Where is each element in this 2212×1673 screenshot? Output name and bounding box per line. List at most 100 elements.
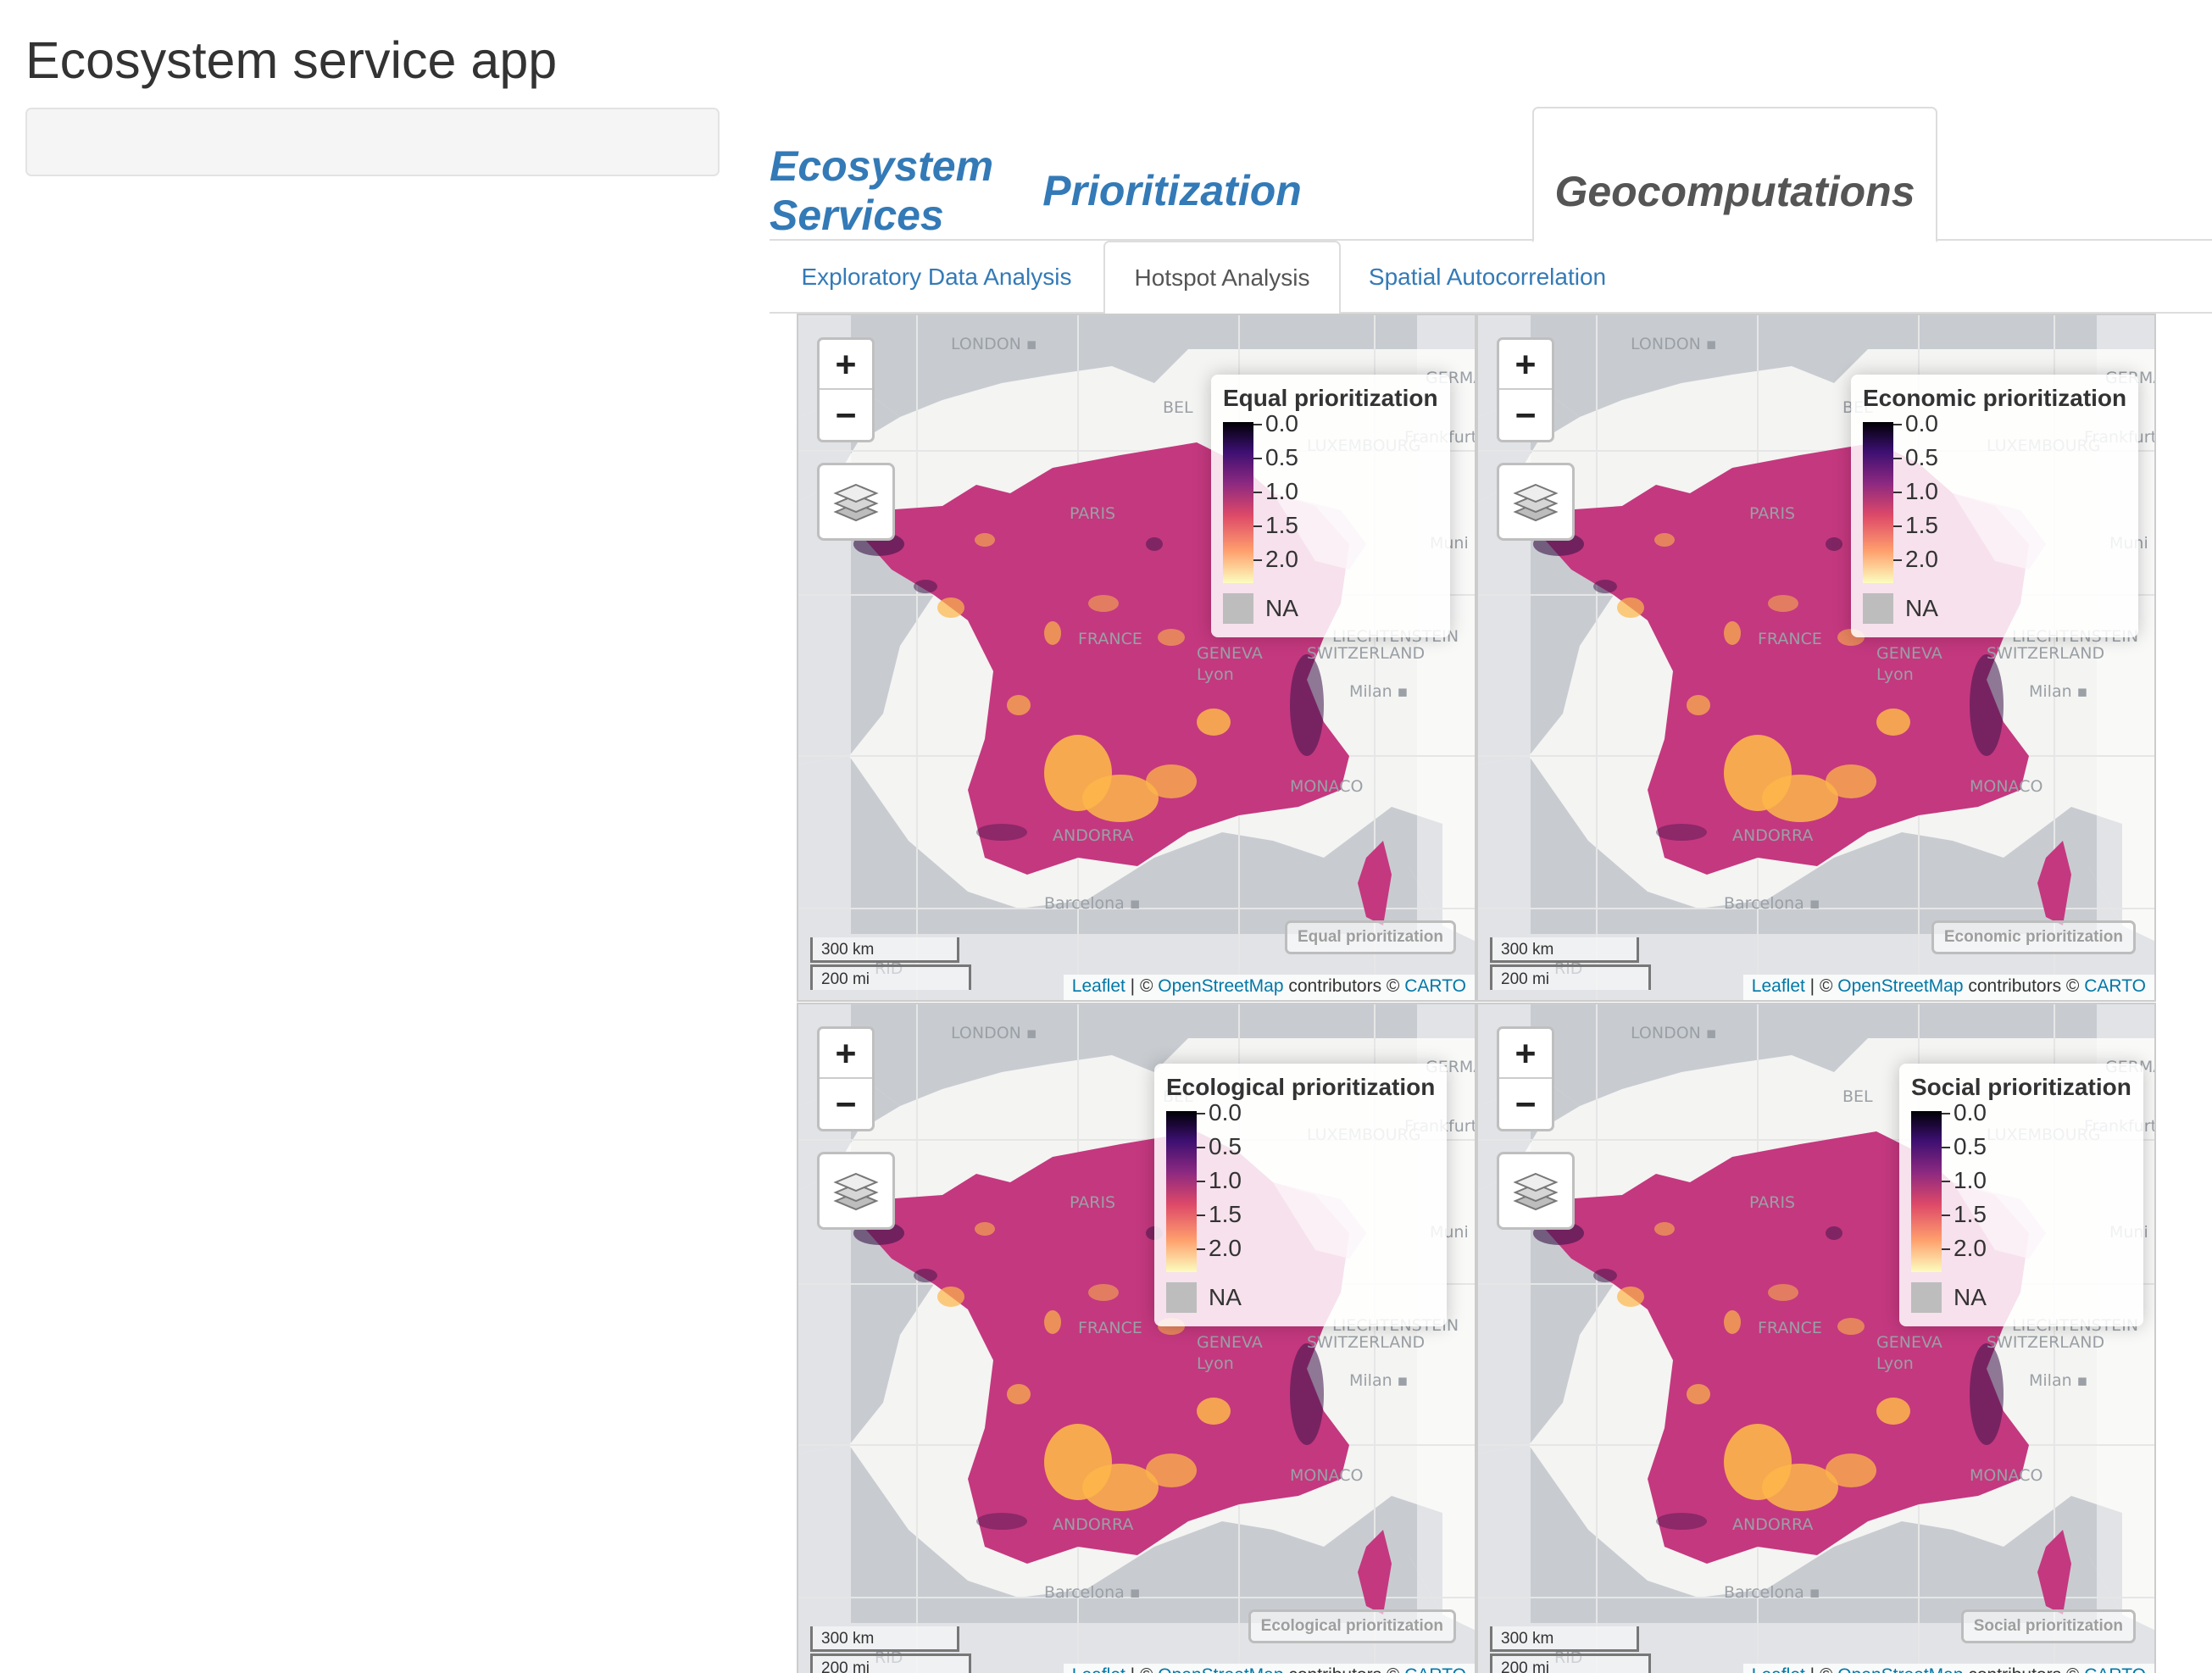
layers-control-button[interactable] <box>817 463 895 541</box>
zoom-out-button[interactable]: − <box>820 390 872 440</box>
basemap-label: GENEVA <box>1197 1333 1263 1352</box>
layers-control-button[interactable] <box>1497 463 1575 541</box>
legend-title: Ecological prioritization <box>1166 1074 1436 1100</box>
zoom-in-button[interactable]: + <box>820 1029 872 1079</box>
attribution-contrib: contributors © <box>1283 976 1405 996</box>
scale-bar: 300 km 200 mi <box>1490 1626 1651 1673</box>
tab-hotspot-analysis[interactable]: Hotspot Analysis <box>1103 241 1341 315</box>
legend-tick-label: 0.0 <box>1905 410 1938 436</box>
legend-na: NA <box>1223 590 1438 627</box>
legend-gradient <box>1911 1111 1942 1272</box>
leaflet-link[interactable]: Leaflet <box>1072 976 1125 996</box>
basemap-label: BEL <box>1163 398 1193 417</box>
na-swatch <box>1166 1282 1197 1313</box>
legend-tick <box>1197 1113 1205 1114</box>
attribution-sep: | © <box>1125 976 1159 996</box>
leaflet-link[interactable]: Leaflet <box>1752 976 1805 996</box>
leaflet-link[interactable]: Leaflet <box>1072 1665 1125 1673</box>
osm-link[interactable]: OpenStreetMap <box>1158 976 1283 996</box>
legend-title: Economic prioritization <box>1863 385 2127 411</box>
legend-gradient <box>1223 422 1253 583</box>
layer-label: Equal prioritization <box>1284 920 1456 954</box>
tab-geocomputations[interactable]: Geocomputations <box>1532 107 1937 242</box>
legend-tick <box>1253 424 1262 425</box>
hotspot-map-ecological[interactable]: LONDON ▪ PARIS FRANCE GENEVA Lyon Milan … <box>797 1003 1476 1673</box>
carto-link[interactable]: CARTO <box>1404 1665 1466 1673</box>
legend-tick-label: 1.0 <box>1265 478 1298 504</box>
legend-na: NA <box>1166 1279 1435 1316</box>
basemap-label: ANDORRA <box>1732 1515 1813 1534</box>
layers-icon <box>833 483 879 522</box>
carto-link[interactable]: CARTO <box>2084 976 2146 996</box>
osm-link[interactable]: OpenStreetMap <box>1158 1665 1283 1673</box>
legend-tick-label: 1.5 <box>1905 512 1938 538</box>
legend-tick <box>1942 1113 1950 1114</box>
zoom-out-button[interactable]: − <box>1499 1079 1552 1129</box>
hotspot-map-social[interactable]: LONDON ▪ PARIS FRANCE GENEVA Lyon Milan … <box>1476 1003 2156 1673</box>
legend-colorbar: 0.0 0.5 1.0 1.5 2.0 <box>1166 1099 1435 1272</box>
tab-ecosystem-services[interactable]: Ecosystem Services <box>770 107 1049 241</box>
basemap-label: Lyon <box>1197 665 1234 684</box>
basemap-label: FRANCE <box>1758 630 1822 648</box>
legend-tick-label: 2.0 <box>1954 1235 1987 1261</box>
layers-control-button[interactable] <box>1497 1152 1575 1230</box>
attribution: Leaflet | © OpenStreetMap contributors ©… <box>1742 1664 2154 1673</box>
legend-tick-label: 1.5 <box>1209 1201 1242 1227</box>
legend-gradient <box>1166 1111 1197 1272</box>
legend-colorbar: 0.0 0.5 1.0 1.5 2.0 <box>1863 410 2126 583</box>
legend-na: NA <box>1863 590 2126 627</box>
layers-control-button[interactable] <box>817 1152 895 1230</box>
basemap-label: Lyon <box>1876 665 1914 684</box>
legend-title: Social prioritization <box>1911 1074 2131 1100</box>
zoom-out-button[interactable]: − <box>820 1079 872 1129</box>
scale-km: 300 km <box>810 937 959 963</box>
na-label: NA <box>1905 595 1938 621</box>
scale-mi: 200 mi <box>1490 1654 1651 1673</box>
basemap-label: BEL <box>1842 1087 1873 1106</box>
hotspot-map-economic[interactable]: LONDON ▪ PARIS FRANCE GENEVA Lyon Milan … <box>1476 314 2156 1002</box>
zoom-in-button[interactable]: + <box>1499 340 1552 390</box>
na-swatch <box>1863 593 1893 624</box>
zoom-control: + − <box>1497 337 1554 442</box>
tab-prioritization[interactable]: Prioritization <box>1042 107 1302 241</box>
scale-mi: 200 mi <box>810 1654 971 1673</box>
basemap-label: SWITZERLAND <box>1307 1333 1425 1352</box>
hotspot-map-equal[interactable]: LONDON ▪ PARIS FRANCE GENEVA Lyon Milan … <box>797 314 1476 1002</box>
legend: Economic prioritization 0.0 0.5 1.0 1.5 2.0 … <box>1851 375 2139 637</box>
attribution-sep: | © <box>1125 1665 1158 1673</box>
legend-tick <box>1197 1181 1205 1182</box>
na-label: NA <box>1954 1284 1987 1310</box>
basemap-label: LONDON ▪ <box>951 1024 1037 1042</box>
attribution-contrib: contributors © <box>1963 976 2085 996</box>
zoom-in-button[interactable]: + <box>1499 1029 1552 1079</box>
basemap-label: Barcelona ▪ <box>1044 894 1141 913</box>
carto-link[interactable]: CARTO <box>1404 976 1466 996</box>
basemap-label: PARIS <box>1749 504 1795 523</box>
osm-link[interactable]: OpenStreetMap <box>1837 1665 1963 1673</box>
basemap-label: GENEVA <box>1197 644 1263 663</box>
zoom-in-button[interactable]: + <box>820 340 872 390</box>
basemap-label: MONACO <box>1290 777 1363 796</box>
attribution-contrib: contributors © <box>1964 1665 2085 1673</box>
tab-exploratory-data-analysis[interactable]: Exploratory Data Analysis <box>770 241 1103 314</box>
basemap-label: LONDON ▪ <box>951 335 1037 353</box>
basemap-label: MONACO <box>1970 777 2042 796</box>
basemap-label: Milan ▪ <box>1349 682 1409 701</box>
legend-tick-label: 0.5 <box>1265 444 1298 470</box>
zoom-out-button[interactable]: − <box>1499 390 1552 440</box>
tab-spatial-autocorrelation[interactable]: Spatial Autocorrelation <box>1341 241 1634 314</box>
leaflet-link[interactable]: Leaflet <box>1752 1665 1805 1673</box>
carto-link[interactable]: CARTO <box>2084 1665 2146 1673</box>
legend-tick-label: 0.5 <box>1905 444 1938 470</box>
na-swatch <box>1911 1282 1942 1313</box>
basemap-label: FRANCE <box>1758 1319 1822 1337</box>
osm-link[interactable]: OpenStreetMap <box>1837 976 1963 996</box>
legend-tick-label: 2.0 <box>1265 546 1298 572</box>
basemap-label: Barcelona ▪ <box>1724 894 1820 913</box>
legend-tick <box>1253 525 1262 527</box>
na-label: NA <box>1265 595 1298 621</box>
attribution: Leaflet | © OpenStreetMap contributors ©… <box>1742 975 2154 1000</box>
basemap-label: Barcelona ▪ <box>1724 1583 1820 1602</box>
basemap-label: FRANCE <box>1078 1319 1142 1337</box>
attribution: Leaflet | © OpenStreetMap contributors ©… <box>1063 975 1475 1000</box>
